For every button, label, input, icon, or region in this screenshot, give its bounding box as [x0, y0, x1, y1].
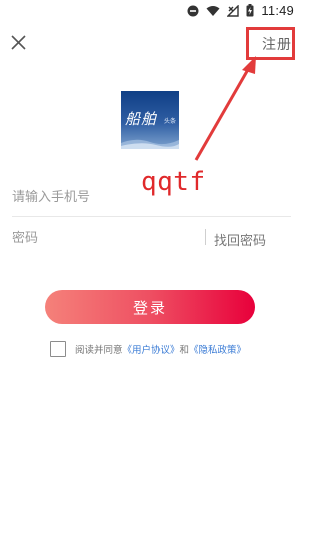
field-divider — [205, 229, 206, 245]
logo-text: 船舶 — [125, 110, 158, 128]
agreement-prefix: 阅读并同意 — [75, 345, 123, 356]
logo-subtext: 头条 — [163, 118, 176, 125]
annotation-arrow-icon — [194, 56, 256, 161]
annotation-highlight-box — [246, 27, 295, 60]
status-icons: 11:49 — [187, 3, 294, 18]
wifi-icon — [206, 5, 220, 16]
close-icon — [11, 35, 26, 50]
app-logo: 船舶 头条 — [121, 91, 179, 149]
user-agreement-link[interactable]: 《用户协议》 — [123, 342, 180, 356]
agreement-and: 和 — [179, 345, 190, 356]
no-signal-icon — [227, 4, 240, 17]
phone-field[interactable] — [12, 183, 291, 211]
logo-wave-graphic — [121, 139, 179, 149]
forgot-password-link[interactable]: 找回密码 — [214, 230, 266, 249]
agreement-row: 阅读并同意 《用户协议》 和 《隐私政策》 — [50, 341, 246, 357]
privacy-policy-link[interactable]: 《隐私政策》 — [189, 342, 246, 356]
battery-charging-icon — [246, 4, 254, 17]
password-input[interactable] — [12, 224, 197, 252]
status-time: 11:49 — [261, 3, 294, 18]
close-button[interactable] — [10, 34, 28, 52]
phone-underline — [12, 216, 291, 217]
dnd-icon — [187, 5, 199, 16]
agreement-checkbox[interactable] — [50, 341, 66, 357]
login-button[interactable]: 登录 — [45, 290, 255, 324]
status-bar: 11:49 — [0, 0, 300, 22]
password-field[interactable] — [12, 224, 197, 252]
phone-input[interactable] — [12, 183, 291, 211]
